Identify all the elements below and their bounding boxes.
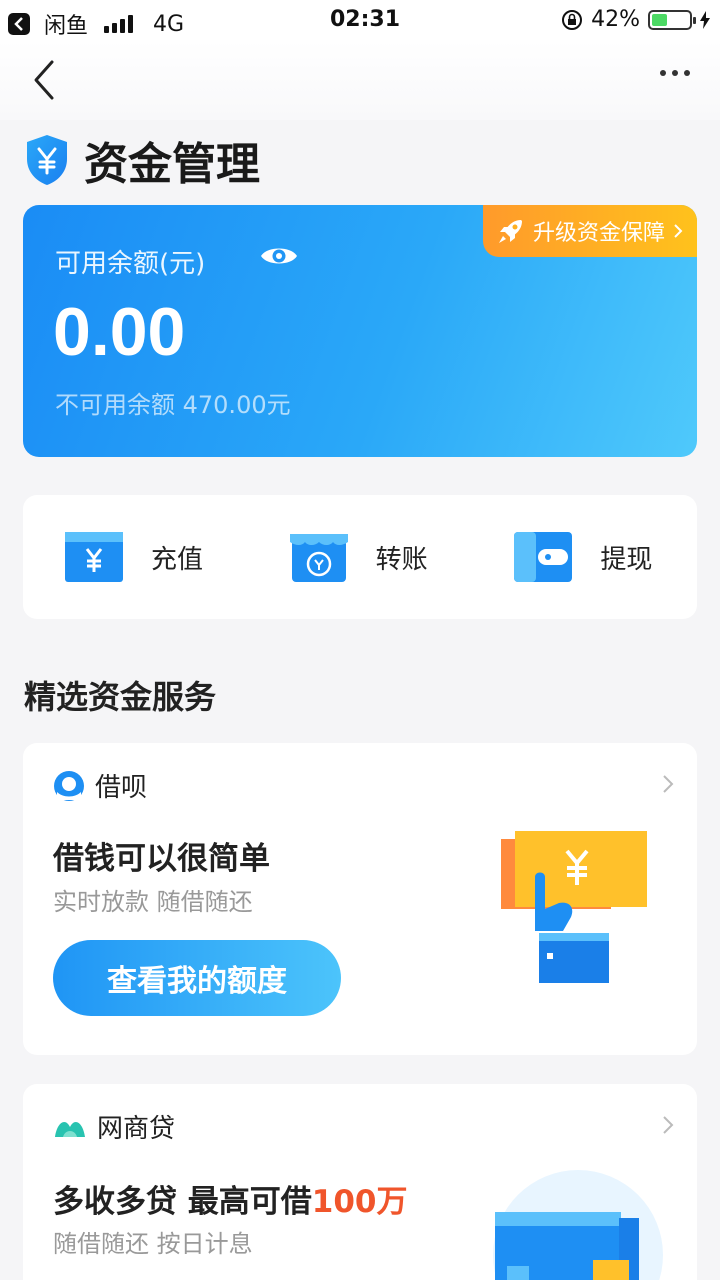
recharge-label: 充值: [151, 544, 204, 575]
recharge-icon: [65, 532, 123, 582]
rotation-lock-icon: [562, 9, 583, 30]
nav-bar: [0, 40, 720, 120]
balance-card: 升级资金保障 可用余额(元) 0.00 不可用余额 470.00元: [23, 205, 697, 457]
service-title-prefix: 多收多贷 最高可借: [53, 1184, 312, 1220]
status-time: 02:31: [330, 7, 401, 32]
balance-amount: 0.00: [53, 294, 186, 370]
transfer-label: 转账: [375, 544, 428, 575]
store-illustration-icon: [495, 1212, 639, 1280]
back-to-app-icon[interactable]: [8, 13, 30, 35]
rocket-icon: [498, 220, 522, 243]
recharge-button[interactable]: 充值: [23, 532, 248, 582]
available-balance-label: 可用余额(元): [55, 249, 206, 279]
back-app-label[interactable]: 闲鱼: [44, 8, 88, 40]
battery-percent: 42%: [591, 7, 640, 32]
service-desc: 实时放款 随借随还: [53, 888, 253, 916]
withdraw-icon: [514, 532, 573, 582]
more-icon[interactable]: [660, 70, 690, 76]
view-credit-limit-button[interactable]: 查看我的额度: [53, 940, 341, 1016]
chevron-right-icon[interactable]: [661, 773, 675, 795]
status-right: 42%: [561, 7, 710, 32]
transfer-button[interactable]: 转账: [248, 532, 473, 582]
max-amount-highlight: 100万: [311, 1184, 408, 1220]
service-card-jiebei[interactable]: 借呗 借钱可以很简单 实时放款 随借随还 查看我的额度: [23, 743, 697, 1055]
status-bar: 闲鱼 4G 02:31 42%: [0, 0, 720, 40]
service-header: 网商贷: [53, 1108, 175, 1145]
network-label: 4G: [153, 11, 185, 37]
service-header: 借呗: [53, 767, 147, 804]
signal-icon: [104, 15, 134, 33]
chevron-right-icon[interactable]: [661, 1114, 675, 1136]
withdraw-button[interactable]: 提现: [472, 532, 697, 582]
withdraw-label: 提现: [600, 544, 653, 575]
status-left: 闲鱼 4G: [8, 8, 184, 40]
quick-actions: 充值 转账 提现: [23, 495, 697, 619]
service-brand: 网商贷: [97, 1114, 176, 1144]
chevron-right-icon: [674, 224, 683, 238]
battery-icon: [648, 9, 696, 30]
transfer-icon: [289, 534, 348, 582]
service-card-wangshangdai[interactable]: 网商贷 多收多贷 最高可借100万 随借随还 按日计息: [23, 1084, 697, 1280]
service-title: 多收多贷 最高可借100万: [53, 1176, 408, 1221]
unavailable-balance: 不可用余额 470.00元: [55, 391, 291, 419]
page-title: 资金管理: [84, 139, 260, 190]
back-arrow-icon[interactable]: [28, 58, 64, 102]
eye-icon[interactable]: [259, 241, 299, 271]
battery-fill: [652, 13, 668, 26]
loan-illustration-icon: [501, 831, 647, 983]
upgrade-protection-button[interactable]: 升级资金保障: [482, 205, 697, 257]
service-desc: 随借随还 按日计息: [53, 1230, 253, 1258]
upgrade-label: 升级资金保障: [532, 221, 665, 246]
section-title: 精选资金服务: [24, 678, 217, 716]
jiebei-logo-icon: [54, 770, 84, 801]
service-title: 借钱可以很简单: [53, 841, 270, 877]
page-header: 资金管理: [24, 128, 260, 192]
service-brand: 借呗: [95, 773, 148, 803]
wangshangdai-logo-icon: [55, 1121, 85, 1137]
shield-yuan-icon: [27, 135, 67, 185]
charging-icon: [700, 10, 710, 29]
